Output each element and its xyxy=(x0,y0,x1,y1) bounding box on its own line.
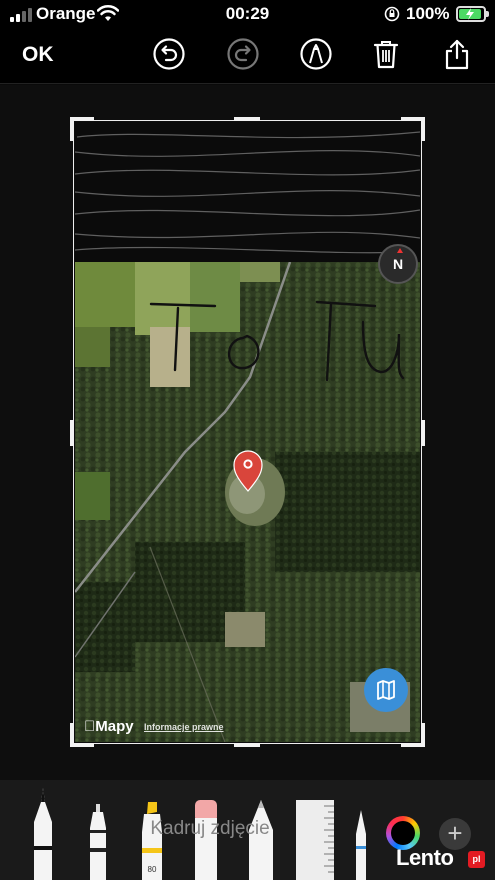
crop-handle-bottom[interactable] xyxy=(234,743,260,747)
marker-width-label: 80 xyxy=(147,865,157,874)
battery-percent: 100% xyxy=(406,4,450,23)
watermark-logo: Lento xyxy=(396,845,454,870)
crop-corner-top-right[interactable] xyxy=(401,117,425,141)
crop-corner-bottom-left[interactable] xyxy=(70,723,94,747)
crop-hint-text: Kadruj zdjęcie xyxy=(150,818,270,839)
crop-handle-right[interactable] xyxy=(421,420,425,446)
markup-toolbar: OK xyxy=(0,30,495,84)
crop-corner-top-left[interactable] xyxy=(70,117,94,141)
satellite-map xyxy=(75,122,420,742)
status-bar: Orange 00:29 100% xyxy=(0,0,495,30)
orientation-lock-icon xyxy=(384,6,400,22)
legal-info-link[interactable]: Informacje prawne xyxy=(144,722,224,732)
eraser-tool[interactable] xyxy=(193,800,219,880)
compass-icon[interactable]: N xyxy=(378,244,418,284)
undo-icon[interactable] xyxy=(152,37,186,71)
crop-handle-top[interactable] xyxy=(234,117,260,121)
crop-handle-left[interactable] xyxy=(70,420,74,446)
share-icon[interactable] xyxy=(440,37,474,71)
trash-icon[interactable] xyxy=(369,37,403,71)
ok-button[interactable]: OK xyxy=(22,43,54,67)
screenshot-image[interactable]: N Mapy Informacje prawne xyxy=(75,122,420,742)
crop-corner-bottom-right[interactable] xyxy=(401,723,425,747)
markup-pen-icon[interactable] xyxy=(299,37,333,71)
watermark-badge: pl xyxy=(468,851,485,868)
redo-icon[interactable] xyxy=(226,37,260,71)
pencil-tool[interactable] xyxy=(247,800,275,880)
map-icon xyxy=(377,680,395,700)
map-mode-button[interactable] xyxy=(364,668,408,712)
battery-icon xyxy=(456,6,489,22)
fineliner-tool[interactable] xyxy=(86,804,110,880)
ruler-tool[interactable] xyxy=(296,800,334,880)
